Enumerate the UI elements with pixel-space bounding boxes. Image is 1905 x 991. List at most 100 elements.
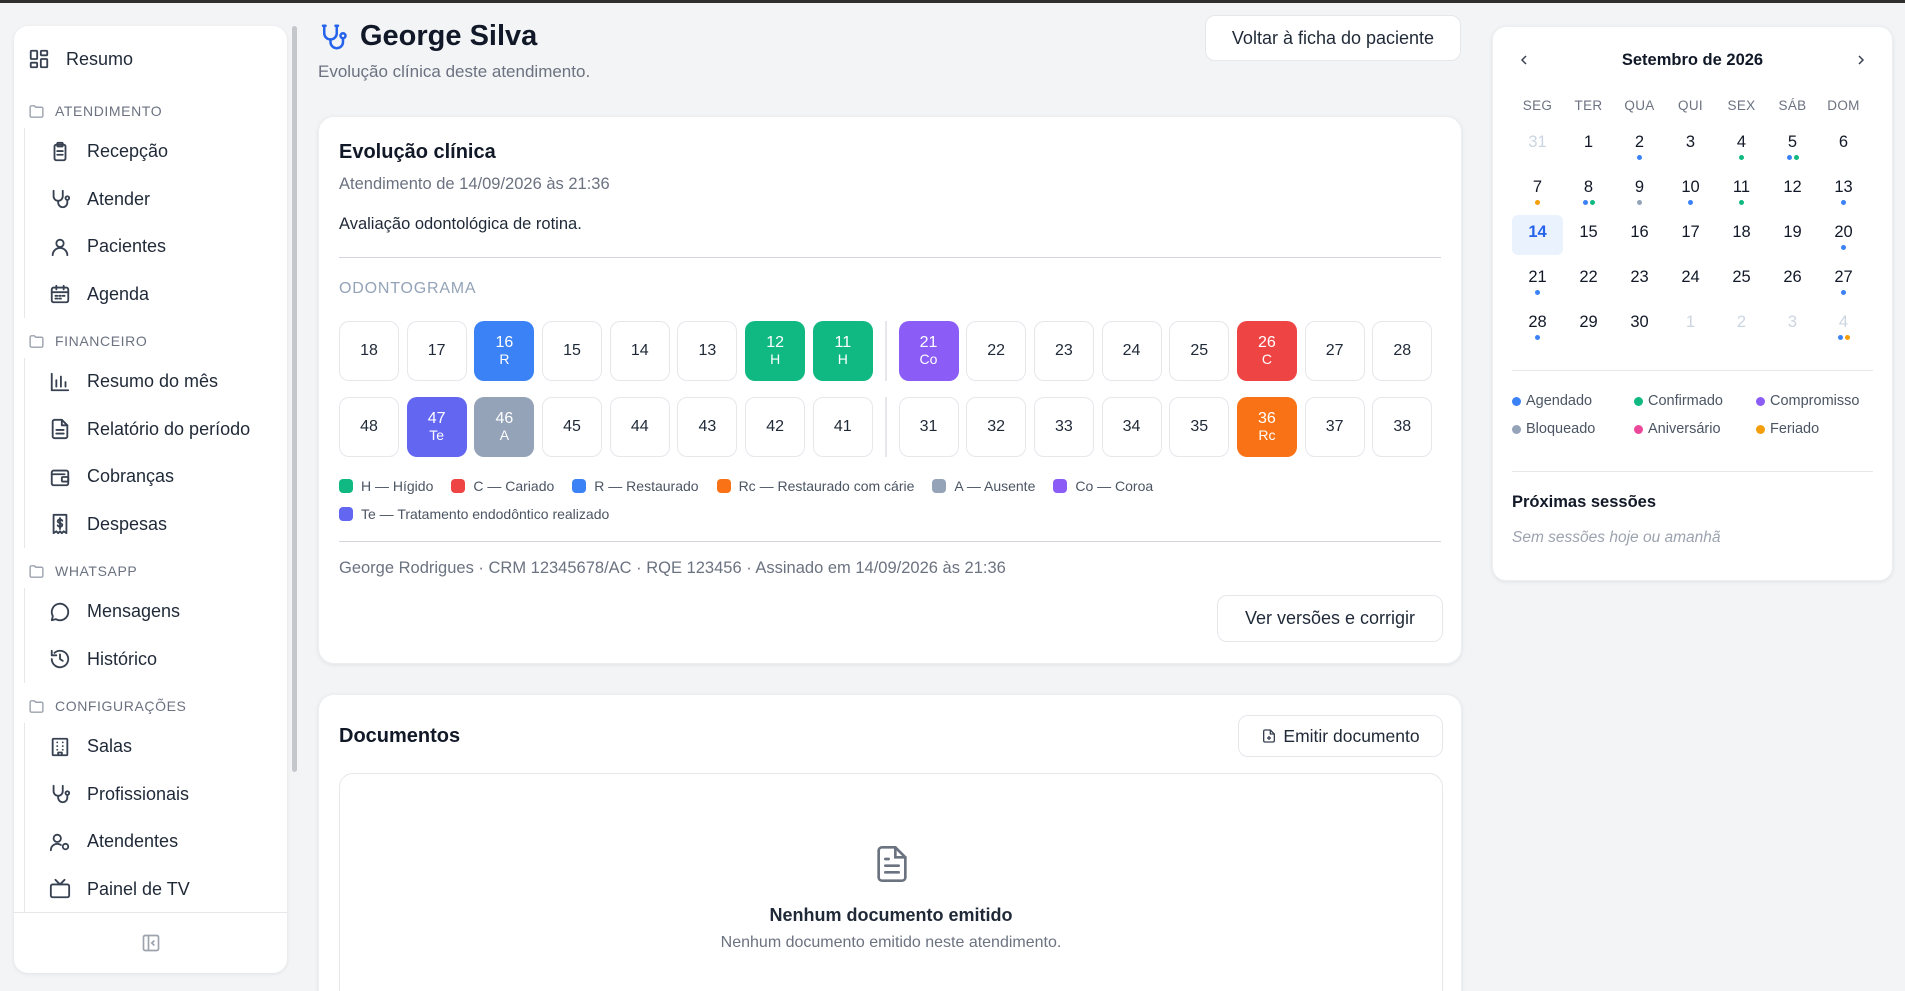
calendar-day[interactable]: 26 (1767, 258, 1818, 303)
calendar-day[interactable]: 30 (1614, 303, 1665, 348)
calendar-day[interactable]: 1 (1665, 303, 1716, 348)
sidebar-item[interactable]: Relatório do período (25, 406, 287, 454)
day-number: 20 (1834, 223, 1853, 241)
tooth[interactable]: 32 (966, 397, 1027, 457)
sidebar-item[interactable]: Resumo do mês (25, 358, 287, 406)
sidebar-scroll-area[interactable]: Resumo ATENDIMENTO Recepção Atender Pacient… (14, 26, 287, 912)
tooth[interactable]: 35 (1169, 397, 1230, 457)
calendar-day[interactable]: 2 (1614, 123, 1665, 168)
prev-month-button[interactable] (1511, 47, 1537, 73)
tooth[interactable]: 26 C (1236, 321, 1297, 381)
sidebar-item[interactable]: Profissionais (25, 771, 287, 819)
sidebar-scrollbar[interactable] (292, 26, 297, 772)
tooth[interactable]: 28 (1372, 321, 1433, 381)
tooth[interactable]: 25 (1169, 321, 1230, 381)
calendar-day[interactable]: 1 (1563, 123, 1614, 168)
emit-document-button[interactable]: Emitir documento (1238, 715, 1443, 757)
calendar-day[interactable]: 20 (1818, 213, 1869, 258)
calendar-day[interactable]: 15 (1563, 213, 1614, 258)
tooth[interactable]: 12 H (745, 321, 806, 381)
calendar-day[interactable]: 9 (1614, 168, 1665, 213)
tooth[interactable]: 22 (966, 321, 1027, 381)
tooth[interactable]: 27 (1304, 321, 1365, 381)
sidebar-item[interactable]: Cobranças (25, 453, 287, 501)
tooth[interactable]: 46 A (474, 397, 535, 457)
calendar-day[interactable]: 7 (1512, 168, 1563, 213)
tooth[interactable]: 17 (406, 321, 467, 381)
tooth[interactable]: 16 R (474, 321, 535, 381)
calendar-day[interactable]: 8 (1563, 168, 1614, 213)
calendar-day[interactable]: 28 (1512, 303, 1563, 348)
tooth[interactable]: 37 (1304, 397, 1365, 457)
divider (1512, 471, 1873, 472)
calendar-day[interactable]: 4 (1818, 303, 1869, 348)
calendar-day[interactable]: 4 (1716, 123, 1767, 168)
sidebar-item[interactable]: Agenda (25, 271, 287, 319)
tooth[interactable]: 42 (745, 397, 806, 457)
calendar-day[interactable]: 5 (1767, 123, 1818, 168)
tooth[interactable]: 24 (1101, 321, 1162, 381)
tooth[interactable]: 38 (1372, 397, 1433, 457)
calendar-day[interactable]: 27 (1818, 258, 1869, 303)
sidebar-item[interactable]: Salas (25, 723, 287, 771)
legend-swatch (451, 479, 466, 493)
calendar-day[interactable]: 16 (1614, 213, 1665, 258)
calendar-day[interactable]: 25 (1716, 258, 1767, 303)
calendar-day[interactable]: 13 (1818, 168, 1869, 213)
tooth[interactable]: 23 (1033, 321, 1094, 381)
tooth[interactable]: 43 (677, 397, 738, 457)
calendar-day[interactable]: 10 (1665, 168, 1716, 213)
calendar-day[interactable]: 31 (1512, 123, 1563, 168)
tooth[interactable]: 34 (1101, 397, 1162, 457)
calendar-day[interactable]: 18 (1716, 213, 1767, 258)
calendar-day[interactable]: 2 (1716, 303, 1767, 348)
calendar-day-today[interactable]: 14 (1512, 215, 1563, 255)
collapse-sidebar-icon[interactable] (141, 933, 161, 953)
tooth-number: 12 (766, 334, 785, 352)
tooth[interactable]: 36 Rc (1236, 397, 1297, 457)
tooth[interactable]: 48 (339, 397, 399, 457)
tooth[interactable]: 45 (542, 397, 603, 457)
calendar-day[interactable]: 11 (1716, 168, 1767, 213)
tooth-status-code: Te (429, 427, 445, 444)
sidebar-item[interactable]: Pacientes (25, 223, 287, 271)
next-month-button[interactable] (1848, 47, 1874, 73)
calendar-day[interactable]: 24 (1665, 258, 1716, 303)
view-versions-button[interactable]: Ver versões e corrigir (1217, 595, 1443, 642)
sidebar-item[interactable]: Painel de TV (25, 866, 287, 913)
sidebar-item-resumo[interactable]: Resumo (14, 30, 287, 88)
calendar-day[interactable]: 23 (1614, 258, 1665, 303)
sidebar-item[interactable]: Histórico (25, 636, 287, 684)
calendar-day[interactable]: 12 (1767, 168, 1818, 213)
sidebar-item[interactable]: Mensagens (25, 588, 287, 636)
tooth[interactable]: 14 (609, 321, 670, 381)
calendar-day[interactable]: 22 (1563, 258, 1614, 303)
tooth[interactable]: 33 (1033, 397, 1094, 457)
sidebar-item[interactable]: Atender (25, 176, 287, 224)
tooth[interactable]: 15 (542, 321, 603, 381)
day-event-dots (1688, 200, 1693, 206)
calendar-day[interactable]: 29 (1563, 303, 1614, 348)
calendar-day[interactable]: 19 (1767, 213, 1818, 258)
tooth[interactable]: 44 (609, 397, 670, 457)
calendar-day[interactable]: 3 (1665, 123, 1716, 168)
legend-label: R — Restaurado (594, 478, 699, 494)
tooth[interactable]: 47 Te (406, 397, 467, 457)
day-event-dots (1841, 245, 1846, 251)
back-to-patient-button[interactable]: Voltar à ficha do paciente (1205, 15, 1461, 61)
tooth[interactable]: 11 H (812, 321, 873, 381)
odontogram-legend: H — Hígido C — Cariado R — Restaurado Rc — … (339, 477, 1443, 523)
calendar-day[interactable]: 21 (1512, 258, 1563, 303)
calendar-day[interactable]: 3 (1767, 303, 1818, 348)
sidebar-item[interactable]: Recepção (25, 128, 287, 176)
tooth[interactable]: 13 (677, 321, 738, 381)
tooth[interactable]: 18 (339, 321, 399, 381)
sidebar-item[interactable]: Atendentes (25, 818, 287, 866)
tooth[interactable]: 41 (812, 397, 873, 457)
tooth[interactable]: 21 Co (898, 321, 959, 381)
sidebar-section-title: WHATSAPP (55, 563, 138, 579)
calendar-day[interactable]: 6 (1818, 123, 1869, 168)
tooth[interactable]: 31 (898, 397, 959, 457)
calendar-day[interactable]: 17 (1665, 213, 1716, 258)
sidebar-item[interactable]: Despesas (25, 501, 287, 549)
